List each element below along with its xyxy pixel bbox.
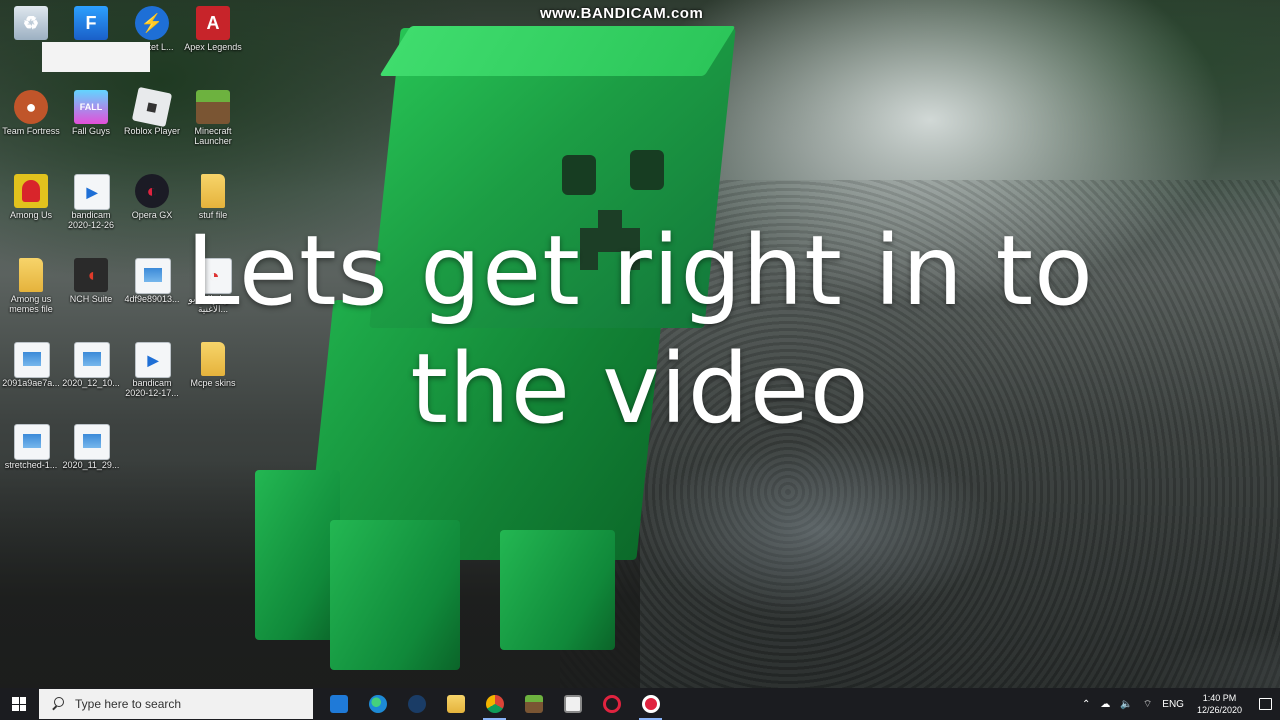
video-file-icon: ▶ <box>135 342 171 378</box>
minecraft-icon <box>196 90 230 124</box>
windows-logo-icon <box>12 697 26 711</box>
desktop-icon-label: Minecraft Launcher <box>194 126 232 146</box>
onedrive-cloud-icon[interactable]: ☁ <box>1095 699 1115 710</box>
minecraft-icon <box>524 695 543 713</box>
redaction-box <box>42 42 150 72</box>
steam-icon <box>407 695 426 713</box>
search-input[interactable] <box>73 696 297 712</box>
desktop-icon-bandicam-video[interactable]: ▶ bandicam 2020-12-26 <box>60 168 122 248</box>
apex-legends-icon: A <box>196 6 230 40</box>
image-file-icon <box>135 258 171 294</box>
nch-suite-icon: ◖ <box>74 258 108 292</box>
desktop-icon-label: NCH Suite <box>69 294 113 304</box>
caption-line-1: Lets get right in to <box>186 215 1094 327</box>
speaker-icon[interactable]: 🔈 <box>1115 699 1137 710</box>
desktop-icon-minecraft[interactable]: Minecraft Launcher <box>182 84 244 164</box>
desktop-icon-roblox[interactable]: ■ Roblox Player <box>121 84 183 164</box>
desktop-icon-fall-guys[interactable]: FALL Fall Guys <box>60 84 122 164</box>
action-center-button[interactable] <box>1250 688 1280 720</box>
desktop-icon-opera-gx[interactable]: ◐ Opera GX <box>121 168 183 248</box>
tf2-icon: ● <box>14 90 48 124</box>
search-icon <box>51 697 65 711</box>
image-file-icon <box>14 342 50 378</box>
wifi-icon[interactable]: ⌔ <box>1138 698 1157 711</box>
bandicam-watermark: www.BANDICAM.com <box>540 5 704 22</box>
taskbar-app-mail[interactable] <box>319 688 358 720</box>
desktop-icon-label: bandicam 2020-12-17... <box>125 378 179 398</box>
desktop-icon-label: stretched-1... <box>4 460 58 470</box>
desktop-icon-label: Roblox Player <box>123 126 181 136</box>
clock-date: 12/26/2020 <box>1196 705 1242 715</box>
rocket-league-icon: ⚡ <box>135 6 169 40</box>
opera-icon <box>602 695 621 713</box>
folder-icon <box>19 258 43 292</box>
fall-guys-icon: FALL <box>74 90 108 124</box>
desktop-icon-label: bandicam 2020-12-26 <box>67 210 115 230</box>
desktop-icon-label: 2020_11_29... <box>62 460 120 470</box>
edge-icon <box>368 695 387 713</box>
taskbar-app-opera[interactable] <box>592 688 631 720</box>
desktop-icon-tf2[interactable]: ● Team Fortress <box>0 84 62 164</box>
desktop-icon-apex[interactable]: A Apex Legends <box>182 0 244 80</box>
among-us-icon <box>14 174 48 208</box>
desktop-icon-image-4df9[interactable]: 4df9e89013... <box>121 252 183 332</box>
file-explorer-icon <box>446 695 465 713</box>
roblox-icon: ■ <box>131 86 173 128</box>
mail-icon <box>329 695 348 713</box>
language-indicator[interactable]: ENG <box>1157 699 1189 710</box>
desktop-icon-image-2091[interactable]: 2091a9ae7a... <box>0 336 62 416</box>
image-file-icon <box>14 424 50 460</box>
creeper-eye <box>630 150 664 190</box>
system-tray: ⌃ ☁ 🔈 ⌔ ENG 1:40 PM 12/26/2020 <box>1077 688 1280 720</box>
desktop-icon-label: Fall Guys <box>71 126 110 136</box>
desktop-icon-image-2020-11-29[interactable]: 2020_11_29... <box>60 418 122 498</box>
opera-gx-icon: ◐ <box>135 174 169 208</box>
start-button[interactable] <box>0 688 38 720</box>
taskbar-app-file-explorer[interactable] <box>436 688 475 720</box>
desktop-icon-nch-suite[interactable]: ◖ NCH Suite <box>60 252 122 332</box>
taskbar: ⌃ ☁ 🔈 ⌔ ENG 1:40 PM 12/26/2020 <box>0 688 1280 720</box>
desktop-icon-label: Opera GX <box>131 210 173 220</box>
video-file-icon: ▶ <box>74 174 110 210</box>
clock-time: 1:40 PM <box>1202 693 1237 703</box>
taskbar-app-minecraft[interactable] <box>514 688 553 720</box>
taskbar-pinned-apps <box>319 688 670 720</box>
caption-line-2: the video <box>410 333 870 445</box>
fortnite-icon: F <box>74 6 108 40</box>
desktop-icon-label: 2091a9ae7a... <box>2 378 60 388</box>
image-file-icon <box>74 342 110 378</box>
desktop-icon-label: 4df9e89013... <box>124 294 180 304</box>
taskbar-app-steam[interactable] <box>397 688 436 720</box>
bandicam-record-icon <box>641 695 660 713</box>
desktop-icon-image-2020-12-10[interactable]: 2020_12_10... <box>60 336 122 416</box>
taskbar-app-edge[interactable] <box>358 688 397 720</box>
desktop-icon-label: 2020_12_10... <box>62 378 120 388</box>
chrome-icon <box>485 695 504 713</box>
image-file-icon <box>74 424 110 460</box>
recycle-bin-icon: ♻ <box>14 6 48 40</box>
taskbar-app-store[interactable] <box>553 688 592 720</box>
folder-icon <box>201 174 225 208</box>
taskbar-app-chrome[interactable] <box>475 688 514 720</box>
desktop-icon-label: Team Fortress <box>2 126 60 136</box>
notification-icon <box>1258 698 1272 710</box>
desktop-icon-label: Apex Legends <box>184 42 242 52</box>
desktop-icon-among-us[interactable]: Among Us <box>0 168 62 248</box>
taskbar-app-bandicam[interactable] <box>631 688 670 720</box>
taskbar-search[interactable] <box>39 689 313 719</box>
clock[interactable]: 1:40 PM 12/26/2020 <box>1189 692 1250 716</box>
desktop-icon-label: Among Us <box>9 210 53 220</box>
desktop-icon-among-us-memes[interactable]: Among us memes file <box>0 252 62 332</box>
desktop-icon-stretched[interactable]: stretched-1... <box>0 418 62 498</box>
store-icon <box>563 695 582 713</box>
chevron-up-icon[interactable]: ⌃ <box>1077 699 1095 710</box>
desktop-icon-label: Among us memes file <box>9 294 53 314</box>
creeper-eye <box>562 155 596 195</box>
desktop-icon-bandicam-2020-12-17[interactable]: ▶ bandicam 2020-12-17... <box>121 336 183 416</box>
video-caption: Lets get right in to the video <box>180 212 1100 448</box>
